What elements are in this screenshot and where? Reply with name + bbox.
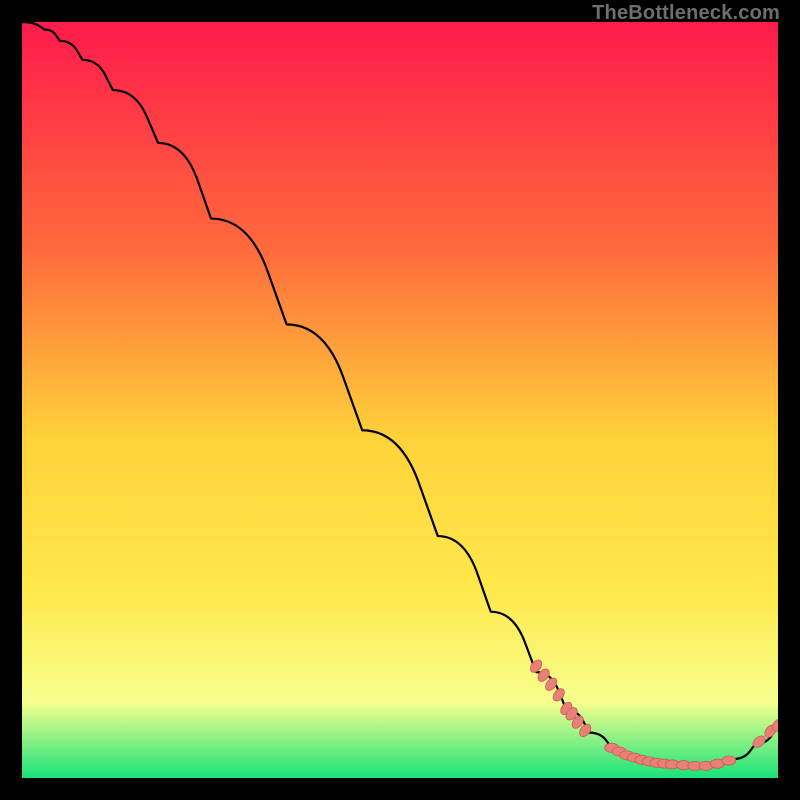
chart-stage: TheBottleneck.com: [0, 0, 800, 800]
gradient-background: [22, 22, 778, 778]
bottleneck-chart: [22, 22, 778, 778]
data-dot: [722, 756, 736, 765]
